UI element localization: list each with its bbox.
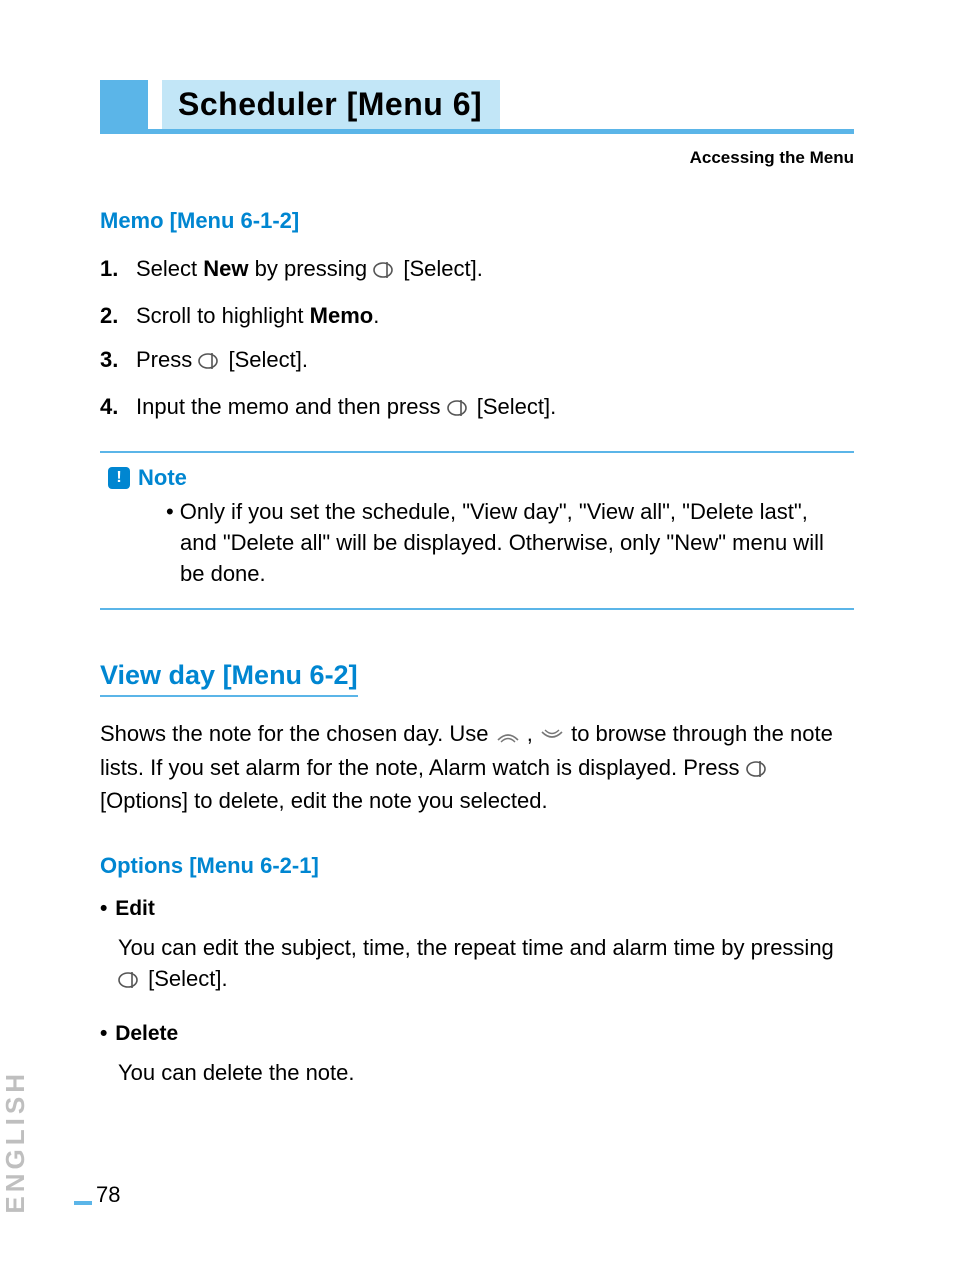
viewday-paragraph: Shows the note for the chosen day. Use ,… [100,719,854,817]
step-text: Input the memo and then press [Select]. [136,390,854,427]
page-title: Scheduler [Menu 6] [162,80,500,129]
list-item: 4. Input the memo and then press [Select… [100,390,854,427]
step-text: Press [Select]. [136,343,854,380]
step-text: Select New by pressing [Select]. [136,252,854,289]
softkey-left-icon [447,393,471,427]
alert-icon: ! [108,467,130,489]
option-head: • Edit [100,897,854,921]
section-heading-memo: Memo [Menu 6-1-2] [100,208,854,234]
note-label: Note [138,465,187,491]
option-body: You can edit the subject, time, the repe… [100,933,854,998]
nav-up-icon [495,722,521,753]
option-item-edit: • Edit You can edit the subject, time, t… [100,897,854,998]
page-number-wrap: 78 [74,1182,120,1208]
page-number-bar-icon [74,1201,92,1205]
list-item: 2. Scroll to highlight Memo. [100,299,854,333]
step-text: Scroll to highlight Memo. [136,299,854,333]
step-number: 3. [100,343,136,380]
softkey-left-icon [198,346,222,380]
note-callout: ! Note •Only if you set the schedule, "V… [100,451,854,609]
page-number: 78 [96,1182,120,1208]
language-side-tab: ENGLISH [0,1070,31,1214]
option-body: You can delete the note. [100,1058,854,1089]
list-item: 3. Press [Select]. [100,343,854,380]
list-item: 1. Select New by pressing [Select]. [100,252,854,289]
page-title-bar: Scheduler [Menu 6] [100,80,854,134]
option-item-delete: • Delete You can delete the note. [100,1022,854,1089]
title-square-icon [100,80,148,129]
softkey-left-icon [373,255,397,289]
section-heading-options: Options [Menu 6-2-1] [100,853,854,879]
breadcrumb: Accessing the Menu [100,148,854,168]
step-number: 1. [100,252,136,289]
softkey-left-icon [118,967,142,998]
bullet-icon: • [166,499,174,524]
nav-down-icon [539,722,565,753]
step-number: 2. [100,299,136,333]
section-heading-viewday: View day [Menu 6-2] [100,660,358,697]
softkey-left-icon [746,756,770,787]
memo-steps-list: 1. Select New by pressing [Select]. 2. S… [100,252,854,427]
note-body: •Only if you set the schedule, "View day… [100,497,854,589]
option-head: • Delete [100,1022,854,1046]
step-number: 4. [100,390,136,427]
